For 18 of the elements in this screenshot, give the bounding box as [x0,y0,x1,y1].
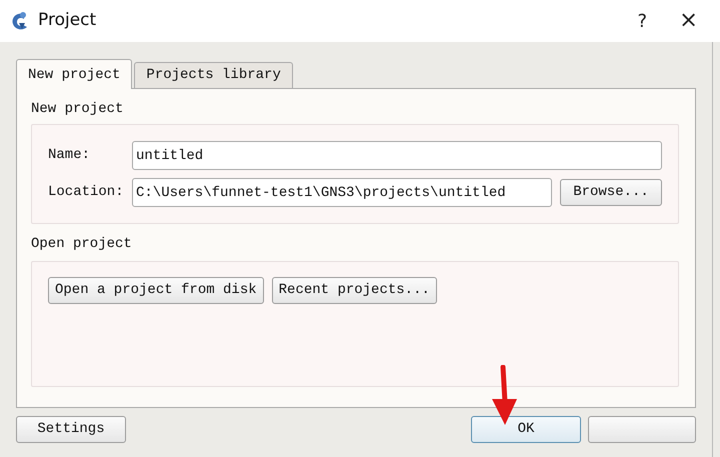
close-button[interactable]: × [675,4,702,38]
field-label: Location: [48,183,125,202]
section-title: Open project [31,235,133,254]
settings-button[interactable]: Settings [16,416,126,443]
tab[interactable]: New project [16,59,132,89]
project-button[interactable]: Recent projects... [272,277,437,304]
browse-button[interactable]: Browse... [560,179,662,206]
section-title: New project [31,100,124,119]
tab[interactable]: Projects library [134,62,293,88]
dialog-button[interactable] [588,416,696,443]
ok-button[interactable]: OK [471,416,581,443]
window-title: Project [38,9,96,32]
project-button[interactable]: Open a project from disk [48,277,264,304]
location-field[interactable]: C:\Users\funnet-test1\GNS3\projects\untitled [132,178,552,207]
name-field[interactable]: untitled [132,141,662,170]
annotation-arrow [490,365,520,427]
field-label: Name: [48,146,92,165]
help-button[interactable]: ? [634,8,652,34]
